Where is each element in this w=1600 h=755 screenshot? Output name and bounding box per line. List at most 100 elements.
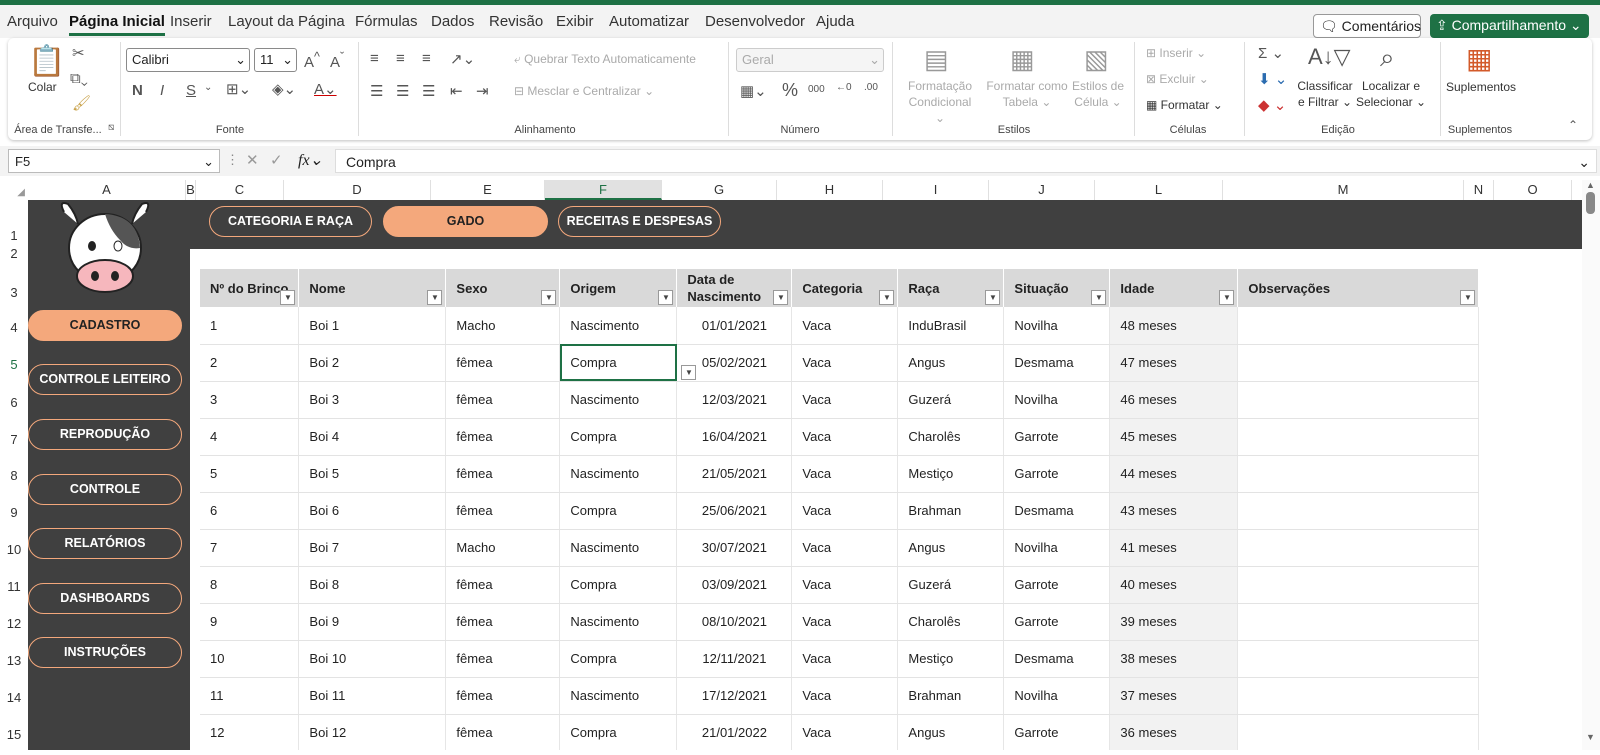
- scroll-down-icon[interactable]: ▼: [1586, 732, 1595, 742]
- decrease-decimal-icon[interactable]: .00: [864, 82, 878, 93]
- menu-dados[interactable]: Dados: [431, 13, 474, 30]
- menu-desenvolvedor[interactable]: Desenvolvedor: [705, 13, 805, 30]
- cell-idade[interactable]: 37 meses: [1109, 677, 1239, 715]
- cell-origem[interactable]: Nascimento: [559, 307, 678, 345]
- filter-dropdown-icon[interactable]: ▼: [1091, 290, 1107, 305]
- cell-categoria[interactable]: Vaca: [791, 455, 899, 493]
- scroll-up-icon[interactable]: ▲: [1586, 180, 1595, 190]
- cell-sexo[interactable]: Macho: [445, 307, 561, 345]
- row-header-14[interactable]: 14: [0, 690, 28, 705]
- cell-idade[interactable]: 45 meses: [1109, 418, 1239, 456]
- cell-idade[interactable]: 46 meses: [1109, 381, 1239, 419]
- paste-icon[interactable]: 📋: [28, 44, 65, 79]
- menu-inserir[interactable]: Inserir: [170, 13, 212, 30]
- filter-dropdown-icon[interactable]: ▼: [985, 290, 1001, 305]
- col-header-j[interactable]: J: [989, 180, 1095, 200]
- cell-categoria[interactable]: Vaca: [791, 344, 899, 382]
- nav-controle-leiteiro-button[interactable]: CONTROLE LEITEIRO: [28, 364, 182, 395]
- col-header-f[interactable]: F: [545, 180, 662, 200]
- col-header-h[interactable]: H: [777, 180, 883, 200]
- cell-raca[interactable]: Angus: [897, 529, 1005, 567]
- cell-sexo[interactable]: fêmea: [445, 640, 561, 678]
- cell-situacao[interactable]: Desmama: [1003, 640, 1111, 678]
- filter-dropdown-icon[interactable]: ▼: [1460, 290, 1476, 305]
- cell-nome[interactable]: Boi 3: [298, 381, 447, 419]
- cancel-icon[interactable]: ✕: [246, 151, 259, 169]
- menu-layout[interactable]: Layout da Página: [228, 13, 345, 30]
- cell-data[interactable]: 21/01/2022: [676, 714, 793, 750]
- cell-idade[interactable]: 47 meses: [1109, 344, 1239, 382]
- comments-button[interactable]: 🗨 Comentários: [1313, 14, 1421, 38]
- cell-situacao[interactable]: Novilha: [1003, 307, 1111, 345]
- cell-obs[interactable]: [1237, 492, 1480, 530]
- nav-cadastro-button[interactable]: CADASTRO: [28, 310, 182, 341]
- thousands-icon[interactable]: 000: [808, 84, 825, 95]
- cell-raca[interactable]: Mestiço: [897, 640, 1005, 678]
- filter-dropdown-icon[interactable]: ▼: [280, 290, 296, 305]
- cell-brinco[interactable]: 8: [200, 566, 300, 604]
- cell-origem[interactable]: Nascimento: [559, 381, 678, 419]
- cell-origem[interactable]: Nascimento: [559, 603, 678, 641]
- row-header-9[interactable]: 9: [0, 505, 28, 520]
- borders-icon[interactable]: ⊞⌄: [226, 80, 251, 98]
- conditional-format-button[interactable]: Formatação Condicional ⌄: [908, 78, 972, 126]
- cell-styles-icon[interactable]: ▧: [1084, 44, 1109, 75]
- cell-obs[interactable]: [1237, 344, 1480, 382]
- cell-data[interactable]: 12/11/2021: [676, 640, 793, 678]
- col-header-e[interactable]: E: [431, 180, 545, 200]
- fill-icon[interactable]: ⬇ ⌄: [1258, 70, 1287, 88]
- cell-categoria[interactable]: Vaca: [791, 566, 899, 604]
- cell-dropdown-icon[interactable]: ▼: [681, 364, 697, 380]
- menu-automatizar[interactable]: Automatizar: [609, 13, 689, 30]
- share-button[interactable]: ⇪ Compartilhamento ⌄: [1430, 14, 1589, 38]
- cell-data[interactable]: 17/12/2021: [676, 677, 793, 715]
- cell-situacao[interactable]: Garrote: [1003, 714, 1111, 750]
- cell-sexo[interactable]: fêmea: [445, 344, 561, 382]
- cell-nome[interactable]: Boi 1: [298, 307, 447, 345]
- cell-obs[interactable]: [1237, 603, 1480, 641]
- cell-origem[interactable]: Nascimento: [559, 455, 678, 493]
- cell-brinco[interactable]: 1: [200, 307, 300, 345]
- conditional-format-icon[interactable]: ▤: [924, 44, 949, 75]
- cell-nome[interactable]: Boi 2: [298, 344, 447, 382]
- cell-sexo[interactable]: fêmea: [445, 492, 561, 530]
- cell-categoria[interactable]: Vaca: [791, 640, 899, 678]
- collapse-ribbon-icon[interactable]: ⌃: [1568, 118, 1578, 132]
- cell-data[interactable]: 12/03/2021: [676, 381, 793, 419]
- cell-nome[interactable]: Boi 7: [298, 529, 447, 567]
- cell-idade[interactable]: 40 meses: [1109, 566, 1239, 604]
- cell-situacao[interactable]: Desmama: [1003, 344, 1111, 382]
- addins-button[interactable]: Suplementos: [1446, 80, 1516, 94]
- currency-icon[interactable]: ▦⌄: [740, 82, 767, 100]
- cell-obs[interactable]: [1237, 529, 1480, 567]
- cell-categoria[interactable]: Vaca: [791, 418, 899, 456]
- cell-raca[interactable]: Charolês: [897, 603, 1005, 641]
- row-header-4[interactable]: 4: [0, 320, 28, 335]
- cell-categoria[interactable]: Vaca: [791, 492, 899, 530]
- clear-icon[interactable]: ◆ ⌄: [1258, 96, 1286, 114]
- menu-formulas[interactable]: Fórmulas: [355, 13, 418, 30]
- filter-dropdown-icon[interactable]: ▼: [541, 290, 557, 305]
- col-header-m[interactable]: M: [1223, 180, 1464, 200]
- name-box[interactable]: F5 ⌄: [8, 149, 220, 173]
- align-bottom-icon[interactable]: ≡: [422, 50, 431, 67]
- cell-brinco[interactable]: 7: [200, 529, 300, 567]
- autosum-icon[interactable]: Σ ⌄: [1258, 44, 1284, 62]
- cell-idade[interactable]: 41 meses: [1109, 529, 1239, 567]
- scroll-thumb[interactable]: [1586, 192, 1595, 214]
- row-header-3[interactable]: 3: [0, 285, 28, 300]
- align-right-icon[interactable]: ☰: [422, 82, 435, 100]
- cell-situacao[interactable]: Novilha: [1003, 677, 1111, 715]
- cell-data[interactable]: 30/07/2021: [676, 529, 793, 567]
- cell-idade[interactable]: 39 meses: [1109, 603, 1239, 641]
- cell-situacao[interactable]: Desmama: [1003, 492, 1111, 530]
- col-header-g[interactable]: G: [662, 180, 777, 200]
- insert-function-icon[interactable]: fx⌄: [298, 150, 323, 170]
- col-header-o[interactable]: O: [1494, 180, 1572, 200]
- nav-categoria-raca-button[interactable]: CATEGORIA E RAÇA: [209, 206, 372, 237]
- filter-dropdown-icon[interactable]: ▼: [1219, 290, 1235, 305]
- cell-obs[interactable]: [1237, 714, 1480, 750]
- delete-cells-button[interactable]: ⊠ Excluir ⌄: [1146, 72, 1209, 86]
- cell-sexo[interactable]: fêmea: [445, 566, 561, 604]
- align-left-icon[interactable]: ☰: [370, 82, 383, 100]
